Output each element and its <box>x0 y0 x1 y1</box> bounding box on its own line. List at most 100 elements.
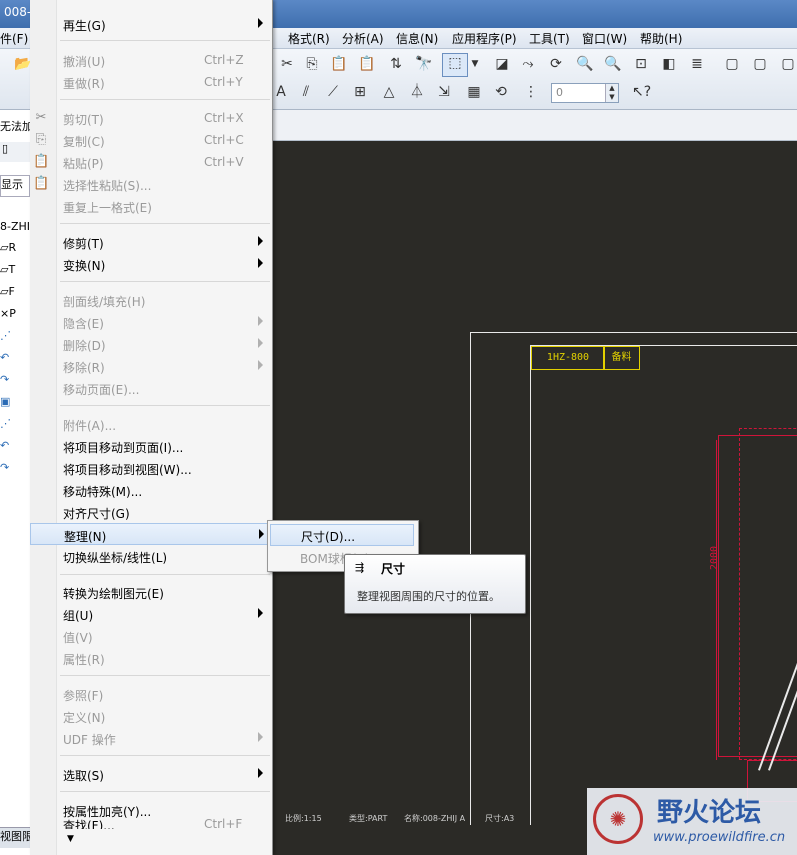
view-box-icon[interactable]: ▢ <box>723 55 741 73</box>
tree-item-r[interactable]: ▱R <box>0 241 30 261</box>
submenu-arrow-icon <box>258 732 263 742</box>
gtol-icon[interactable]: ⊞ <box>351 83 369 101</box>
menu-hatch-fill[interactable]: 剖面线/填充(H) <box>30 289 272 311</box>
menu-move-page[interactable]: 移动页面(E)... <box>30 377 272 399</box>
tree-item-feature-5[interactable]: ↷ <box>0 461 30 481</box>
menu-properties[interactable]: 属性(R) <box>30 647 272 669</box>
submenu-dimension[interactable]: 尺寸(D)... <box>270 524 414 546</box>
ordinate-icon[interactable]: ⫽ <box>297 83 315 101</box>
menu-format[interactable]: 格式(R) <box>288 30 330 47</box>
menu-group[interactable]: 组(U) <box>30 603 272 625</box>
menu-cut-shortcut: Ctrl+X <box>204 111 244 125</box>
menu-paste-special[interactable]: 📋 选择性粘贴(S)... <box>30 173 272 195</box>
drawing-canvas[interactable]: 1HZ-800 备料 2000 <box>273 140 797 825</box>
paste-icon[interactable]: 📋 <box>330 55 348 73</box>
tree-item-sketch-1[interactable]: ⋰ <box>0 329 30 349</box>
menu-info[interactable]: 信息(N) <box>396 30 438 47</box>
menu-move-special[interactable]: 移动特殊(M)... <box>30 479 272 501</box>
menu-move-to-view[interactable]: 将项目移动到视图(W)... <box>30 457 272 479</box>
menu-repeat-format[interactable]: 重复上一格式(E) <box>30 195 272 217</box>
menu-attachment[interactable]: 附件(A)... <box>30 413 272 435</box>
menu-tools[interactable]: 工具(T) <box>529 30 570 47</box>
menu-transform[interactable]: 变换(N) <box>30 253 272 275</box>
repaint-icon[interactable]: ⟳ <box>547 55 565 73</box>
layers-icon[interactable]: ◧ <box>660 55 678 73</box>
repeat-region-icon[interactable]: ⟲ <box>492 83 510 101</box>
tree-item-t[interactable]: ▱T <box>0 263 30 283</box>
menu-copy[interactable]: ⎘ 复制(C) Ctrl+C <box>30 129 272 151</box>
menu-paste[interactable]: 📋 粘贴(P) Ctrl+V <box>30 151 272 173</box>
tree-item-p[interactable]: ⨯P <box>0 307 30 327</box>
menu-scroll-down-icon[interactable]: ▼ <box>67 834 77 844</box>
select-box-icon[interactable]: ⬚ <box>442 53 468 77</box>
menu-trim-label: 修剪(T) <box>63 237 104 251</box>
menu-regenerate[interactable]: 再生(G) <box>30 13 272 35</box>
menu-select[interactable]: 选取(S) <box>30 763 272 785</box>
menu-analysis[interactable]: 分析(A) <box>342 30 384 47</box>
table-icon[interactable]: ▦ <box>465 83 483 101</box>
view-box-2-icon[interactable]: ▢ <box>751 55 769 73</box>
datum-icon[interactable]: ⏃ <box>408 83 426 101</box>
menu-window[interactable]: 窗口(W) <box>582 30 627 47</box>
spline-icon[interactable]: ⤳ <box>519 55 537 73</box>
move-icon[interactable]: ⇲ <box>435 83 453 101</box>
menu-toggle-ordinate-label: 切换纵坐标/线性(L) <box>63 551 168 565</box>
menu-group-label: 组(U) <box>63 609 94 623</box>
display-button[interactable]: 显示 <box>0 175 30 197</box>
menu-help[interactable]: 帮助(H) <box>640 30 682 47</box>
cut-icon[interactable]: ✂ <box>278 55 296 73</box>
menu-find[interactable]: 查找(F)... Ctrl+F <box>30 817 272 829</box>
zoom-in-icon[interactable]: 🔍 <box>576 55 594 73</box>
menu-move-to-page[interactable]: 将项目移动到页面(I)... <box>30 435 272 457</box>
forum-title: 野火论坛 <box>657 798 762 828</box>
surface-finish-icon[interactable]: △ <box>380 83 398 101</box>
menu-convert-draft[interactable]: 转换为绘制图元(E) <box>30 581 272 603</box>
menu-applications[interactable]: 应用程序(P) <box>452 30 517 47</box>
edit-menu: 再生(G) 撤消(U) Ctrl+Z 重做(R) Ctrl+Y ✂ 剪切(T) Ctrl… <box>30 0 273 855</box>
command-tooltip: ⇶ 尺寸 整理视图周围的尺寸的位置。 <box>344 554 526 614</box>
menu-undo[interactable]: 撤消(U) Ctrl+Z <box>30 49 272 71</box>
find-icon[interactable]: 🔭 <box>415 55 433 73</box>
zoom-out-icon[interactable]: 🔍 <box>604 55 622 73</box>
menu-toggle-ordinate[interactable]: 切换纵坐标/线性(L) <box>30 545 272 567</box>
tree-item-f[interactable]: ▱F <box>0 285 30 305</box>
grid-icon[interactable]: ⋮ <box>522 83 540 101</box>
paste-special-icon[interactable]: 📋 <box>358 55 376 73</box>
tree-filter-icon[interactable]: ▯ <box>2 142 8 155</box>
menu-cleanup[interactable]: 整理(N) <box>30 523 272 545</box>
menu-file[interactable]: 件(F) <box>0 30 28 47</box>
menu-definition[interactable]: 定义(N) <box>30 705 272 727</box>
tree-item-feature-4[interactable]: ↶ <box>0 439 30 459</box>
menu-trim[interactable]: 修剪(T) <box>30 231 272 253</box>
tree-item-feature-2[interactable]: ↷ <box>0 373 30 393</box>
status-scale: 比例:1:15 <box>285 814 322 823</box>
menu-suppress[interactable]: 隐含(E) <box>30 311 272 333</box>
menu-value[interactable]: 值(V) <box>30 625 272 647</box>
value-spinner[interactable]: 0 ▲ ▼ <box>551 83 619 103</box>
context-help-icon[interactable]: ↖? <box>632 83 651 101</box>
menu-redo[interactable]: 重做(R) Ctrl+Y <box>30 71 272 93</box>
menu-delete[interactable]: 删除(D) <box>30 333 272 355</box>
sketch-icon[interactable]: ◪ <box>493 55 511 73</box>
dimension-value[interactable]: 2000 <box>709 546 720 570</box>
tree-item-sketch-2[interactable]: ⋰ <box>0 417 30 437</box>
menu-align-dimension[interactable]: 对齐尺寸(G) <box>30 501 272 523</box>
view-box-3-icon[interactable]: ▢ <box>779 55 797 73</box>
menu-references[interactable]: 参照(F) <box>30 683 272 705</box>
menu-undo-label: 撤消(U) <box>63 55 106 69</box>
spinner-arrows[interactable]: ▲ ▼ <box>605 84 618 102</box>
view-tab[interactable]: 视图限 <box>0 827 30 848</box>
menu-align-dimension-label: 对齐尺寸(G) <box>63 507 130 521</box>
tree-item-feature-1[interactable]: ↶ <box>0 351 30 371</box>
chevron-down-icon[interactable]: ▼ <box>466 55 484 73</box>
menu-udf-ops[interactable]: UDF 操作 <box>30 727 272 749</box>
regenerate-icon[interactable]: ⇅ <box>387 55 405 73</box>
copy-icon[interactable]: ⎘ <box>303 55 321 73</box>
refit-icon[interactable]: ⊡ <box>632 55 650 73</box>
dimension-icon[interactable]: A <box>272 83 290 101</box>
menu-remove[interactable]: 移除(R) <box>30 355 272 377</box>
layer-stack-icon[interactable]: ≣ <box>688 55 706 73</box>
menu-cut[interactable]: ✂ 剪切(T) Ctrl+X <box>30 107 272 129</box>
reference-dimension-icon[interactable]: ⟋ <box>324 83 342 101</box>
tree-item-feature-3[interactable]: ▣ <box>0 395 30 415</box>
